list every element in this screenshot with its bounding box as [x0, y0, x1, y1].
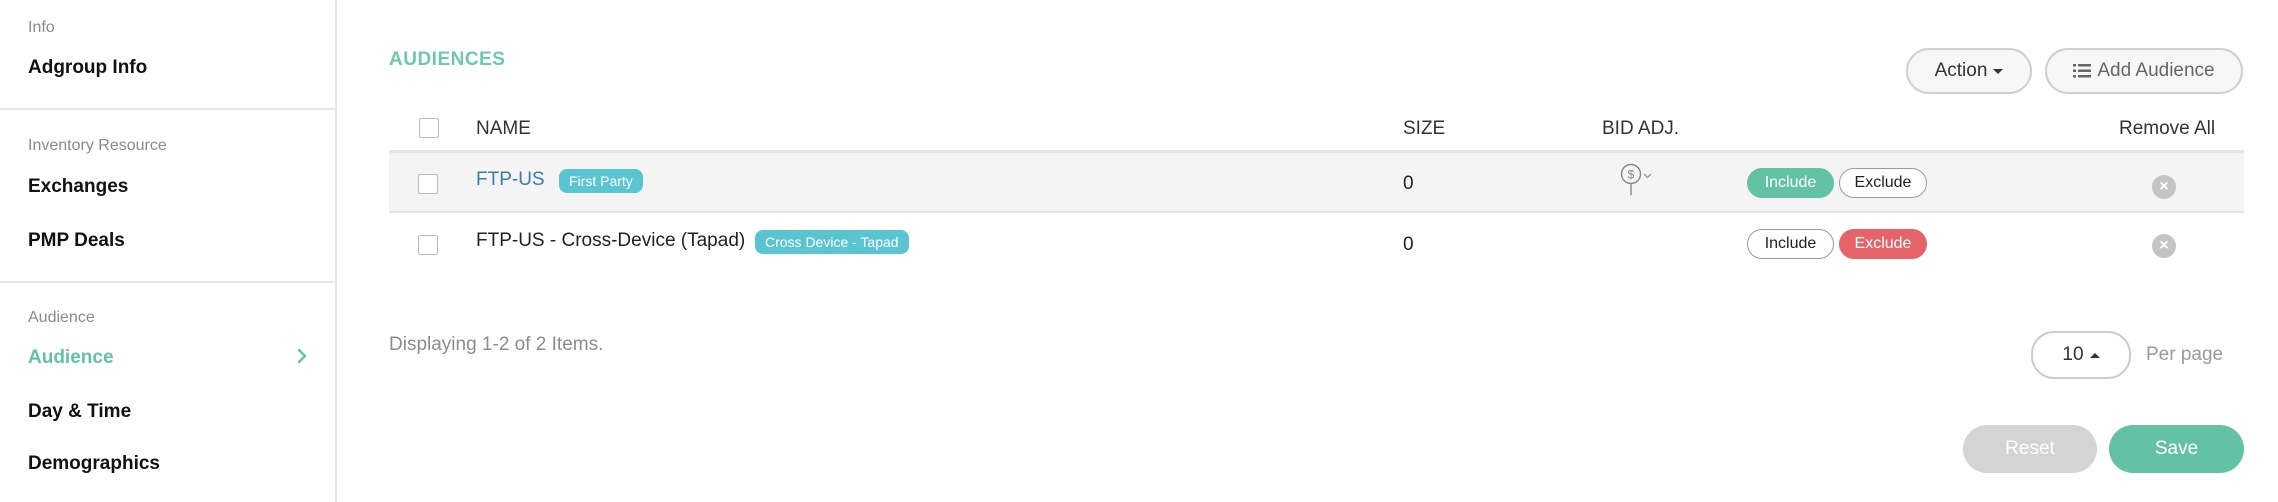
- table-row: FTP-US First Party 0 $ Include Exclude ×: [389, 153, 2244, 213]
- remove-icon[interactable]: ×: [2152, 175, 2176, 199]
- table-row: FTP-US - Cross-Device (Tapad) Cross Devi…: [389, 215, 2244, 275]
- column-header-bid-adj: BID ADJ.: [1602, 118, 1680, 139]
- column-header-size: SIZE: [1403, 118, 1446, 139]
- sidebar-section-label-audience: Audience: [28, 309, 95, 326]
- page-title: AUDIENCES: [389, 49, 506, 70]
- sidebar-item-exchanges[interactable]: Exchanges: [28, 176, 128, 198]
- include-toggle[interactable]: Include: [1747, 229, 1834, 259]
- table-header: NAME SIZE BID ADJ. Remove All: [389, 104, 2244, 153]
- audience-size: 0: [1403, 234, 1414, 255]
- action-dropdown-button[interactable]: Action: [1906, 48, 2032, 94]
- svg-text:$: $: [1628, 168, 1635, 182]
- sidebar-item-audience[interactable]: Audience: [28, 347, 114, 369]
- sidebar: Info Adgroup Info Inventory Resource Exc…: [0, 0, 337, 502]
- dollar-pin-icon[interactable]: $: [1619, 163, 1663, 197]
- per-page-label: Per page: [2146, 344, 2224, 365]
- save-button[interactable]: Save: [2109, 425, 2244, 473]
- row-checkbox[interactable]: [418, 235, 438, 255]
- audience-type-badge: First Party: [559, 169, 643, 193]
- remove-all-link[interactable]: Remove All: [2119, 118, 2215, 140]
- remove-icon[interactable]: ×: [2152, 234, 2176, 258]
- audience-name: FTP-US - Cross-Device (Tapad): [476, 230, 746, 251]
- action-button-label: Action: [1934, 60, 1988, 81]
- select-all-checkbox[interactable]: [419, 118, 439, 138]
- column-header-name: NAME: [476, 118, 531, 139]
- sidebar-section-label-inventory: Inventory Resource: [28, 137, 167, 154]
- add-audience-button[interactable]: Add Audience: [2045, 48, 2243, 94]
- sidebar-item-adgroup-info[interactable]: Adgroup Info: [28, 57, 147, 79]
- chevron-right-icon[interactable]: [292, 346, 312, 366]
- per-page-value: 10: [2062, 344, 2084, 365]
- reset-button[interactable]: Reset: [1963, 425, 2097, 473]
- caret-up-icon: [2089, 352, 2100, 358]
- per-page-select[interactable]: 10: [2031, 331, 2131, 379]
- include-toggle[interactable]: Include: [1747, 168, 1834, 198]
- add-audience-label: Add Audience: [2097, 60, 2215, 81]
- audience-size: 0: [1403, 173, 1414, 194]
- sidebar-section-label-info: Info: [28, 19, 55, 36]
- row-checkbox[interactable]: [418, 174, 438, 194]
- audience-name-link[interactable]: FTP-US: [476, 169, 545, 191]
- pagination-summary: Displaying 1-2 of 2 Items.: [389, 334, 604, 355]
- caret-down-icon: [1993, 68, 2004, 74]
- sidebar-item-demographics[interactable]: Demographics: [28, 453, 160, 475]
- sidebar-divider: [0, 281, 335, 283]
- sidebar-item-day-time[interactable]: Day & Time: [28, 401, 131, 423]
- audience-type-badge: Cross Device - Tapad: [755, 230, 909, 254]
- sidebar-divider: [0, 108, 335, 110]
- exclude-toggle[interactable]: Exclude: [1839, 229, 1927, 259]
- sidebar-item-pmp-deals[interactable]: PMP Deals: [28, 230, 125, 252]
- exclude-toggle[interactable]: Exclude: [1839, 168, 1927, 198]
- list-icon: [2073, 64, 2092, 78]
